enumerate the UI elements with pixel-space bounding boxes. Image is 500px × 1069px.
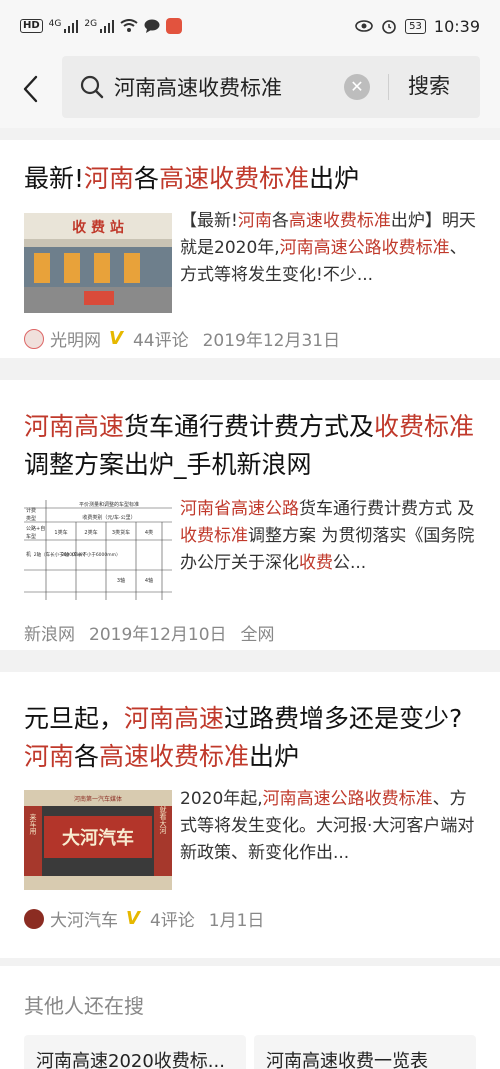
text-segment: 最新!	[24, 164, 85, 193]
search-icon	[80, 75, 104, 99]
text-segment: 各	[134, 164, 160, 193]
highlight-keyword: 河南	[24, 742, 75, 771]
text-segment: 各	[74, 742, 100, 771]
app-notification-icon	[166, 18, 183, 34]
highlight-keyword: 收费	[299, 553, 333, 573]
source-logo	[24, 328, 44, 349]
text-segment: 各	[271, 211, 289, 231]
divider	[388, 74, 389, 100]
comment-count: 4评论	[149, 911, 195, 931]
battery-indicator: 53	[405, 18, 426, 34]
source-name: 光明网	[50, 331, 101, 351]
thumb-cell: 2轴（车长不小于6000mm）	[61, 551, 120, 558]
result-thumbnail: 河南第一汽车媒体 来车用 就看大河 大河汽车	[24, 790, 172, 890]
result-title[interactable]: 最新!河南各高速收费标准出炉	[24, 160, 480, 198]
highlight-keyword: 河南高速公路收费标准	[279, 238, 450, 258]
result-snippet: 河南省高速公路货车通行费计费方式 及收费标准调整方案 为贯彻落实《国务院办公厅关…	[180, 496, 478, 581]
thumb-col: 3类货车	[112, 529, 130, 536]
highlight-keyword: 河南高速	[124, 704, 225, 733]
result-title[interactable]: 河南高速货车通行费计费方式及收费标准调整方案出炉_手机新浪网	[24, 408, 480, 484]
thumb-col: 4类	[145, 529, 153, 536]
highlight-keyword: 河南高速公路收费标准	[262, 789, 433, 809]
clear-icon[interactable]: ✕	[344, 74, 370, 100]
wifi-icon	[120, 19, 138, 32]
text-segment: 【最新!	[180, 211, 238, 231]
message-icon	[144, 19, 160, 33]
verified-badge: V	[126, 908, 140, 929]
text-segment: 调整方案出炉_手机新浪网	[24, 450, 312, 479]
related-search-chip[interactable]: 河南高速2020收费标...	[24, 1035, 246, 1069]
search-header: 河南高速收费标准 ✕ 搜索	[0, 52, 500, 128]
highlight-keyword: 高速收费标准	[288, 211, 391, 231]
highlight-keyword: 高速收费标准	[159, 164, 310, 193]
back-arrow-icon[interactable]	[18, 74, 46, 104]
result-meta: 光明网 V 44评论 2019年12月31日	[24, 326, 340, 351]
thumb-cell: 3轴	[117, 577, 125, 584]
thumb-col: 1类车	[54, 529, 67, 536]
result-snippet: 2020年起,河南高速公路收费标准、方式等将发生变化。大河报·大河客户端对新政策…	[180, 786, 478, 871]
thumb-left: 类型	[26, 515, 36, 522]
signal-icon-2: 2G	[84, 19, 115, 33]
hd-indicator: HD	[20, 19, 43, 33]
related-search-chip[interactable]: 河南高速收费一览表	[254, 1035, 476, 1069]
thumb-banner-left: 来车用	[29, 814, 37, 836]
search-query: 河南高速收费标准	[114, 76, 282, 100]
status-bar: HD 4G 2G 53 10:39	[0, 0, 500, 52]
search-input[interactable]: 河南高速收费标准 ✕ 搜索	[62, 56, 480, 118]
source-logo	[24, 908, 44, 929]
publish-date: 2019年12月31日	[202, 331, 341, 351]
thumb-table-header: 平价测量和调整的车型标准	[79, 501, 139, 508]
text-segment: 过路费增多还是变少?	[224, 704, 463, 733]
verified-badge: V	[109, 328, 123, 349]
result-card-3[interactable]: 元旦起，河南高速过路费增多还是变少? 河南各高速收费标准出炉 河南第一汽车媒体 来…	[0, 672, 500, 958]
thumb-left: 车型	[26, 533, 36, 540]
result-thumbnail: 平价测量和调整的车型标准 收费类别（元/车·公里） 1类车 2类车 3类货车 4…	[24, 500, 172, 600]
result-title[interactable]: 元旦起，河南高速过路费增多还是变少? 河南各高速收费标准出炉	[24, 700, 480, 776]
text-segment: 出炉	[309, 164, 360, 193]
highlight-keyword: 河南	[84, 164, 135, 193]
result-thumbnail: 收 费 站	[24, 213, 172, 313]
result-meta: 新浪网 2019年12月10日 全网	[24, 620, 275, 645]
highlight-keyword: 河南省高速公路	[180, 499, 299, 519]
result-snippet: 【最新!河南各高速收费标准出炉】明天就是2020年,河南高速公路收费标准、方式等…	[180, 208, 478, 293]
highlight-keyword: 高速收费标准	[99, 742, 250, 771]
thumb-left: 机	[26, 551, 31, 558]
thumb-left: 计费	[26, 507, 36, 514]
text-segment: 出炉	[249, 742, 300, 771]
text-segment: 货车通行费计费方式 及	[299, 499, 475, 519]
thumb-table-sub: 收费类别（元/车·公里）	[82, 514, 135, 521]
thumb-left: 公路+自	[26, 525, 45, 532]
clock: 10:39	[433, 16, 480, 36]
signal-icon: 4G	[49, 19, 79, 33]
alarm-icon	[382, 20, 396, 34]
thumb-banner-top: 河南第一汽车媒体	[74, 795, 122, 803]
source-name: 新浪网	[24, 625, 75, 645]
result-card-2[interactable]: 河南高速货车通行费计费方式及收费标准调整方案出炉_手机新浪网 平价测量和调整的车…	[0, 380, 500, 650]
related-heading: 其他人还在搜	[24, 994, 144, 1018]
highlight-keyword: 河南高速	[24, 412, 125, 441]
publish-date: 2019年12月10日	[89, 625, 227, 645]
thumb-sign-text: 收 费 站	[72, 219, 124, 236]
scope-label: 全网	[240, 625, 275, 645]
publish-date: 1月1日	[208, 911, 265, 931]
thumb-cell: 4轴	[145, 577, 153, 584]
text-segment: 公...	[333, 553, 367, 573]
thumb-banner-right: 就看大河	[159, 805, 167, 834]
result-meta: 大河汽车 V 4评论 1月1日	[24, 906, 264, 931]
text-segment: 元旦起，	[24, 704, 125, 733]
result-card-1[interactable]: 最新!河南各高速收费标准出炉 收 费 站 【最新!河南各高速收费标准出炉】明天就…	[0, 140, 500, 358]
highlight-keyword: 河南	[237, 211, 272, 231]
highlight-keyword: 收费标准	[180, 526, 248, 546]
thumb-col: 2类车	[84, 529, 97, 536]
source-name: 大河汽车	[50, 911, 118, 931]
eye-icon	[355, 20, 373, 32]
search-button[interactable]: 搜索	[408, 70, 450, 100]
text-segment: 2020年起,	[180, 789, 263, 809]
highlight-keyword: 收费标准	[374, 412, 475, 441]
thumb-banner-main: 大河汽车	[62, 827, 134, 849]
comment-count: 44评论	[132, 331, 189, 351]
text-segment: 货车通行费计费方式及	[124, 412, 375, 441]
